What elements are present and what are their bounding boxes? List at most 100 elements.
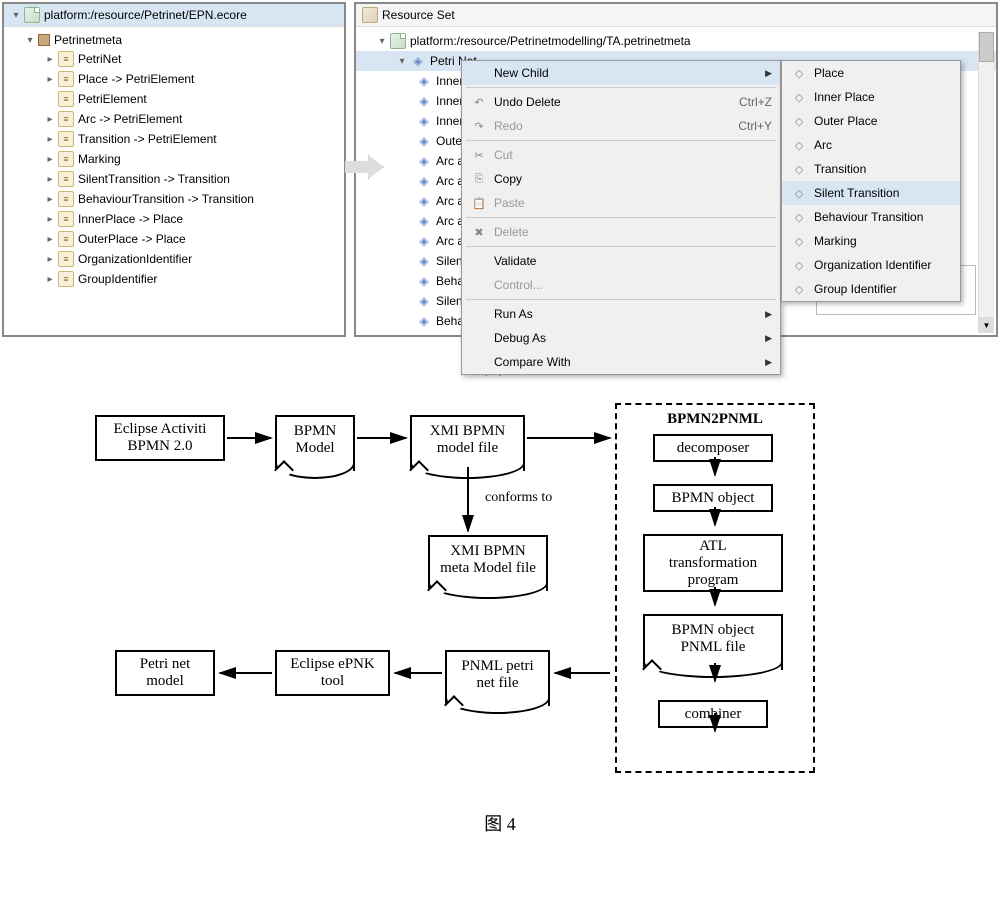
node-icon [790,161,808,177]
node-icon [416,173,432,189]
submenu-arc[interactable]: Arc [782,133,960,157]
menu-paste: 📋Paste [462,191,780,215]
class-icon [58,151,74,167]
tree-class-item[interactable]: Arc -> PetriElement [4,109,344,129]
tree-package-root[interactable]: Petrinetmeta [4,31,344,49]
node-icon [416,133,432,149]
box-atl: ATL transformation program [643,534,783,592]
menu-delete: ✖Delete [462,220,780,244]
expander-icon[interactable] [44,153,56,165]
submenu-new-child: Place Inner Place Outer Place Arc Transi… [781,60,961,302]
expander-icon[interactable] [44,53,56,65]
class-icon [58,211,74,227]
undo-icon: ↶ [470,94,488,110]
expander-icon[interactable] [396,55,408,67]
scroll-thumb[interactable] [979,32,994,62]
submenu-arrow-icon [765,333,772,344]
submenu-silent-transition[interactable]: Silent Transition [782,181,960,205]
node-icon [416,93,432,109]
tree-class-item[interactable]: PetriNet [4,49,344,69]
expander-icon[interactable] [44,113,56,125]
submenu-place[interactable]: Place [782,61,960,85]
menu-run-as[interactable]: Run As [462,302,780,326]
conforms-label: conforms to [485,490,552,506]
expander-icon[interactable] [376,35,388,47]
box-combiner: combiner [658,700,768,728]
tree-class-item[interactable]: BehaviourTransition -> Transition [4,189,344,209]
menu-cut: ✂Cut [462,143,780,167]
tree-file-item[interactable]: platform:/resource/Petrinetmodelling/TA.… [356,31,996,51]
submenu-group-identifier[interactable]: Group Identifier [782,277,960,301]
node-icon [790,209,808,225]
box-epnk: Eclipse ePNK tool [275,650,390,696]
node-icon [416,233,432,249]
submenu-arrow-icon [765,357,772,368]
blank-icon [470,277,488,293]
expander-icon[interactable] [10,9,22,21]
menu-undo[interactable]: ↶Undo DeleteCtrl+Z [462,90,780,114]
doc-xmi-bpmn-meta: XMI BPMN meta Model file [428,535,548,591]
expander-icon[interactable] [44,173,56,185]
node-icon [416,313,432,329]
submenu-transition[interactable]: Transition [782,157,960,181]
node-icon [416,113,432,129]
expander-icon[interactable] [24,34,36,46]
menu-copy[interactable]: ⎘Copy [462,167,780,191]
expander-icon[interactable] [44,193,56,205]
submenu-outer-place[interactable]: Outer Place [782,109,960,133]
node-icon [790,113,808,129]
tree-class-item[interactable]: Place -> PetriElement [4,69,344,89]
tree-class-item[interactable]: OuterPlace -> Place [4,229,344,249]
node-icon [416,273,432,289]
scroll-down-icon[interactable]: ▼ [979,317,994,333]
expander-icon[interactable] [44,273,56,285]
menu-debug-as[interactable]: Debug As [462,326,780,350]
box-decomposer: decomposer [653,434,773,462]
tree-class-item[interactable]: InnerPlace -> Place [4,209,344,229]
node-icon [410,53,426,69]
expander-icon[interactable] [44,233,56,245]
submenu-org-identifier[interactable]: Organization Identifier [782,253,960,277]
menu-new-child[interactable]: New Child [462,61,780,85]
node-icon [416,193,432,209]
tree-class-item[interactable]: OrganizationIdentifier [4,249,344,269]
vertical-scrollbar[interactable]: ▼ [978,32,994,333]
menu-separator [466,299,776,300]
tree-class-item[interactable]: GroupIdentifier [4,269,344,289]
class-icon [58,191,74,207]
menu-separator [466,217,776,218]
node-icon [416,293,432,309]
menu-separator [466,87,776,88]
figure-4-caption: 图 4 [0,810,1000,836]
class-icon [58,91,74,107]
menu-separator [466,246,776,247]
file-icon [390,33,406,49]
tree-class-item[interactable]: Marking [4,149,344,169]
menu-control: Control... [462,273,780,297]
tree-class-item[interactable]: PetriElement [4,89,344,109]
blank-icon [470,65,488,81]
left-panel-header[interactable]: platform:/resource/Petrinet/EPN.ecore [4,4,344,27]
expander-icon[interactable] [44,73,56,85]
resource-set-label: Resource Set [382,8,455,22]
submenu-arrow-icon [765,68,772,79]
menu-compare-with[interactable]: Compare With [462,350,780,374]
submenu-inner-place[interactable]: Inner Place [782,85,960,109]
expander-icon[interactable] [44,133,56,145]
expander-icon[interactable] [44,213,56,225]
submenu-marking[interactable]: Marking [782,229,960,253]
submenu-behaviour-transition[interactable]: Behaviour Transition [782,205,960,229]
menu-validate[interactable]: Validate [462,249,780,273]
large-arrow-icon [344,155,384,179]
node-icon [790,281,808,297]
tree-class-item[interactable]: SilentTransition -> Transition [4,169,344,189]
expander-icon[interactable] [44,253,56,265]
doc-pnml-petri: PNML petri net file [445,650,550,706]
group-title: BPMN2PNML [623,411,807,428]
redo-icon: ↷ [470,118,488,134]
tree-class-item[interactable]: Transition -> PetriElement [4,129,344,149]
node-icon [416,253,432,269]
bpmn2pnml-group: BPMN2PNML decomposer BPMN object ATL tra… [615,403,815,773]
right-panel-header: Resource Set [356,4,996,27]
package-label: Petrinetmeta [54,33,122,47]
